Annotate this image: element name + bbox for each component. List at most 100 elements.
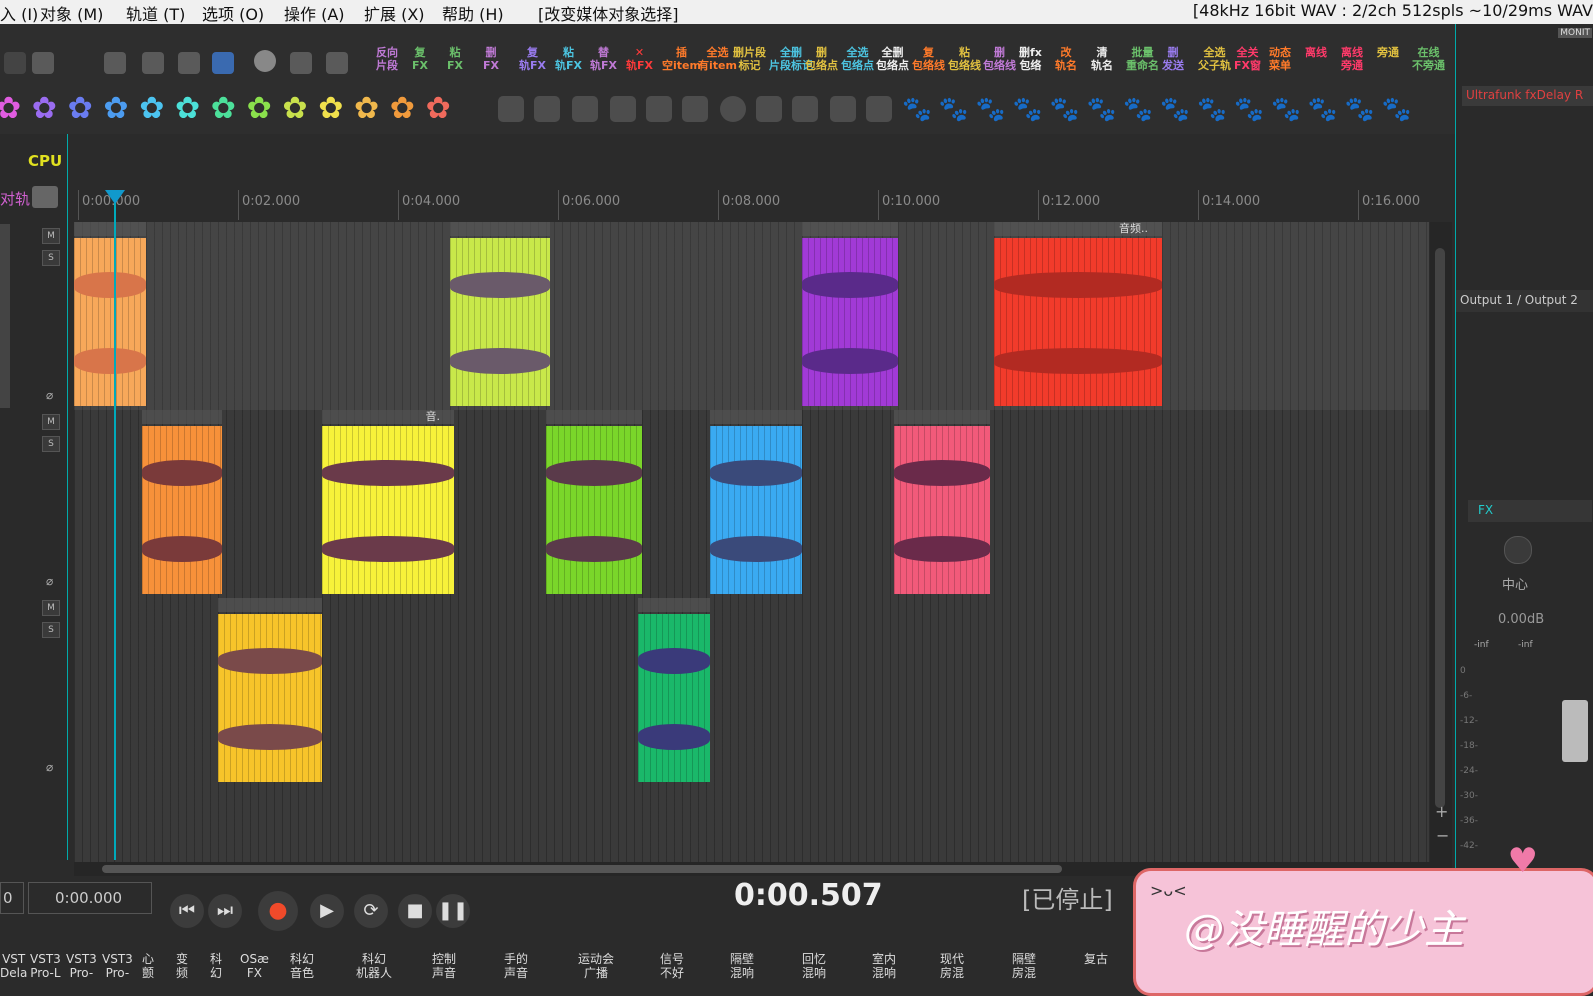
fx-preset-button[interactable]: 运动会 广播: [578, 952, 614, 980]
toolbar-button-15[interactable]: 复 包络线: [912, 46, 945, 72]
media-item-header[interactable]: 音频..: [994, 222, 1162, 236]
record-arm-icon[interactable]: [830, 96, 856, 122]
track-3-solo-button[interactable]: S: [42, 622, 60, 638]
fx-button[interactable]: FX: [1468, 500, 1592, 522]
fx-preset-button[interactable]: VST3 Pro-L: [30, 952, 61, 980]
arrange-view[interactable]: 音频.. 音.: [74, 222, 1429, 862]
fx-preset-button[interactable]: 科幻 音色: [290, 952, 314, 980]
fx-preset-button[interactable]: 信号 不好: [660, 952, 684, 980]
paw-color-icon[interactable]: 🐾: [1271, 95, 1301, 123]
paw-color-icon[interactable]: 🐾: [1013, 95, 1043, 123]
zoom-in-icon[interactable]: +: [1435, 802, 1448, 821]
add-marker-icon[interactable]: [610, 96, 636, 122]
region-icon[interactable]: [756, 96, 782, 122]
fx-preset-button[interactable]: 复古: [1084, 952, 1108, 966]
track-2-solo-button[interactable]: S: [42, 436, 60, 452]
output-selector[interactable]: Output 1 / Output 2: [1456, 290, 1593, 312]
media-item[interactable]: [74, 238, 146, 406]
media-item[interactable]: [218, 614, 322, 782]
horizontal-scroll-thumb[interactable]: [102, 865, 1062, 873]
fx-preset-button[interactable]: 回忆 混响: [802, 952, 826, 980]
toolbar-button-13[interactable]: 全选 包络点: [841, 46, 874, 72]
paw-color-icon[interactable]: 🐾: [1197, 95, 1227, 123]
marker-remove-icon[interactable]: [682, 96, 708, 122]
track-3-phase-icon[interactable]: ⌀: [46, 760, 53, 774]
vertical-scroll-thumb[interactable]: [1435, 248, 1445, 808]
check-icon[interactable]: [866, 96, 892, 122]
toolbar-button-4[interactable]: 复 轨FX: [519, 46, 546, 72]
pan-knob[interactable]: [1504, 536, 1532, 564]
envelope-tool-icon[interactable]: [498, 96, 524, 122]
envelope-multi-icon[interactable]: [572, 96, 598, 122]
media-item-header[interactable]: [74, 222, 146, 236]
toolbar-button-2[interactable]: 粘 FX: [447, 46, 463, 72]
grid-icon[interactable]: [212, 52, 234, 74]
media-item[interactable]: [450, 238, 550, 406]
flower-color-icon[interactable]: ✿: [318, 94, 343, 124]
menu-actions[interactable]: 操作 (A): [284, 1, 345, 25]
media-item[interactable]: [994, 238, 1162, 406]
play-button[interactable]: ▶: [310, 894, 344, 928]
track-1-phase-icon[interactable]: ⌀: [46, 388, 53, 402]
fx-preset-button[interactable]: 变 频: [176, 952, 188, 980]
paw-color-icon[interactable]: 🐾: [1160, 95, 1190, 123]
media-item-header[interactable]: [142, 410, 222, 424]
media-item-header[interactable]: [638, 598, 710, 612]
flower-color-icon[interactable]: ✿: [0, 94, 21, 124]
flower-color-icon[interactable]: ✿: [139, 94, 164, 124]
toolbar-button-29[interactable]: 在线 不旁通: [1412, 46, 1445, 72]
fx-preset-button[interactable]: 科 幻: [210, 952, 222, 980]
fx-preset-button[interactable]: VST Dela: [0, 952, 27, 980]
media-item-header[interactable]: [218, 598, 322, 612]
media-item-header[interactable]: [546, 410, 642, 424]
clock-icon[interactable]: [720, 96, 746, 122]
volume-fader[interactable]: [1562, 700, 1588, 762]
fx-preset-button[interactable]: 心 颤: [142, 952, 154, 980]
toolbar-button-17[interactable]: 删 包络线: [983, 46, 1016, 72]
media-item[interactable]: [710, 426, 802, 594]
toolbar-button-10[interactable]: 删片段 标记: [733, 46, 766, 72]
chat-icon[interactable]: [254, 50, 276, 72]
menu-insert[interactable]: 入 (I): [0, 1, 38, 25]
fx-preset-button[interactable]: 科幻 机器人: [356, 952, 392, 980]
fx-preset-button[interactable]: 手的 声音: [504, 952, 528, 980]
flower-color-icon[interactable]: ✿: [68, 94, 93, 124]
media-item[interactable]: [546, 426, 642, 594]
fx-preset-button[interactable]: VST3 Pro-: [66, 952, 97, 980]
toolbar-button-19[interactable]: 改 轨名: [1055, 46, 1077, 72]
timeline-ruler[interactable]: 0:00.000 0:02.000 0:04.000 0:06.000 0:08.000…: [74, 180, 1452, 222]
flower-color-icon[interactable]: ✿: [211, 94, 236, 124]
toolbar-button-0[interactable]: 反向 片段: [376, 46, 398, 72]
toolbar-button-12[interactable]: 删 包络点: [805, 46, 838, 72]
media-item[interactable]: [322, 426, 454, 594]
flower-color-icon[interactable]: ✿: [175, 94, 200, 124]
media-item[interactable]: [638, 614, 710, 782]
paw-color-icon[interactable]: 🐾: [1308, 95, 1338, 123]
toolbar-button-27[interactable]: 离线 旁通: [1341, 46, 1363, 72]
paw-color-icon[interactable]: 🐾: [939, 95, 969, 123]
paw-color-icon[interactable]: 🐾: [1050, 95, 1080, 123]
track-2-phase-icon[interactable]: ⌀: [46, 574, 53, 588]
envelope-edit-icon[interactable]: [534, 96, 560, 122]
play-cursor[interactable]: [114, 190, 116, 860]
loop-button[interactable]: ⟳: [354, 894, 388, 928]
toolbar-button-6[interactable]: 替 轨FX: [590, 46, 617, 72]
flower-color-icon[interactable]: ✿: [282, 94, 307, 124]
toolbar-button-7[interactable]: ✕ 轨FX: [626, 46, 653, 72]
fx-preset-button[interactable]: 隔壁 混响: [730, 952, 754, 980]
track-lane-1[interactable]: [74, 222, 1429, 410]
toolbar-button-16[interactable]: 粘 包络线: [948, 46, 981, 72]
tempo-icon[interactable]: [792, 96, 818, 122]
toolbar-button-22[interactable]: 删 发送: [1162, 46, 1184, 72]
go-to-end-button[interactable]: ⏭: [208, 894, 242, 928]
paw-color-icon[interactable]: 🐾: [902, 95, 932, 123]
paw-color-icon[interactable]: 🐾: [976, 95, 1006, 123]
toolbar-button-24[interactable]: 全关 FX窗: [1234, 46, 1261, 72]
toolbar-button-9[interactable]: 全选 有item: [698, 46, 737, 72]
playhead-marker[interactable]: [105, 190, 125, 204]
trim-icon[interactable]: [4, 52, 26, 74]
paw-color-icon[interactable]: 🐾: [1345, 95, 1375, 123]
toolbar-button-28[interactable]: 旁通: [1377, 46, 1399, 59]
paw-color-icon[interactable]: 🐾: [1087, 95, 1117, 123]
flower-color-icon[interactable]: ✿: [32, 94, 57, 124]
